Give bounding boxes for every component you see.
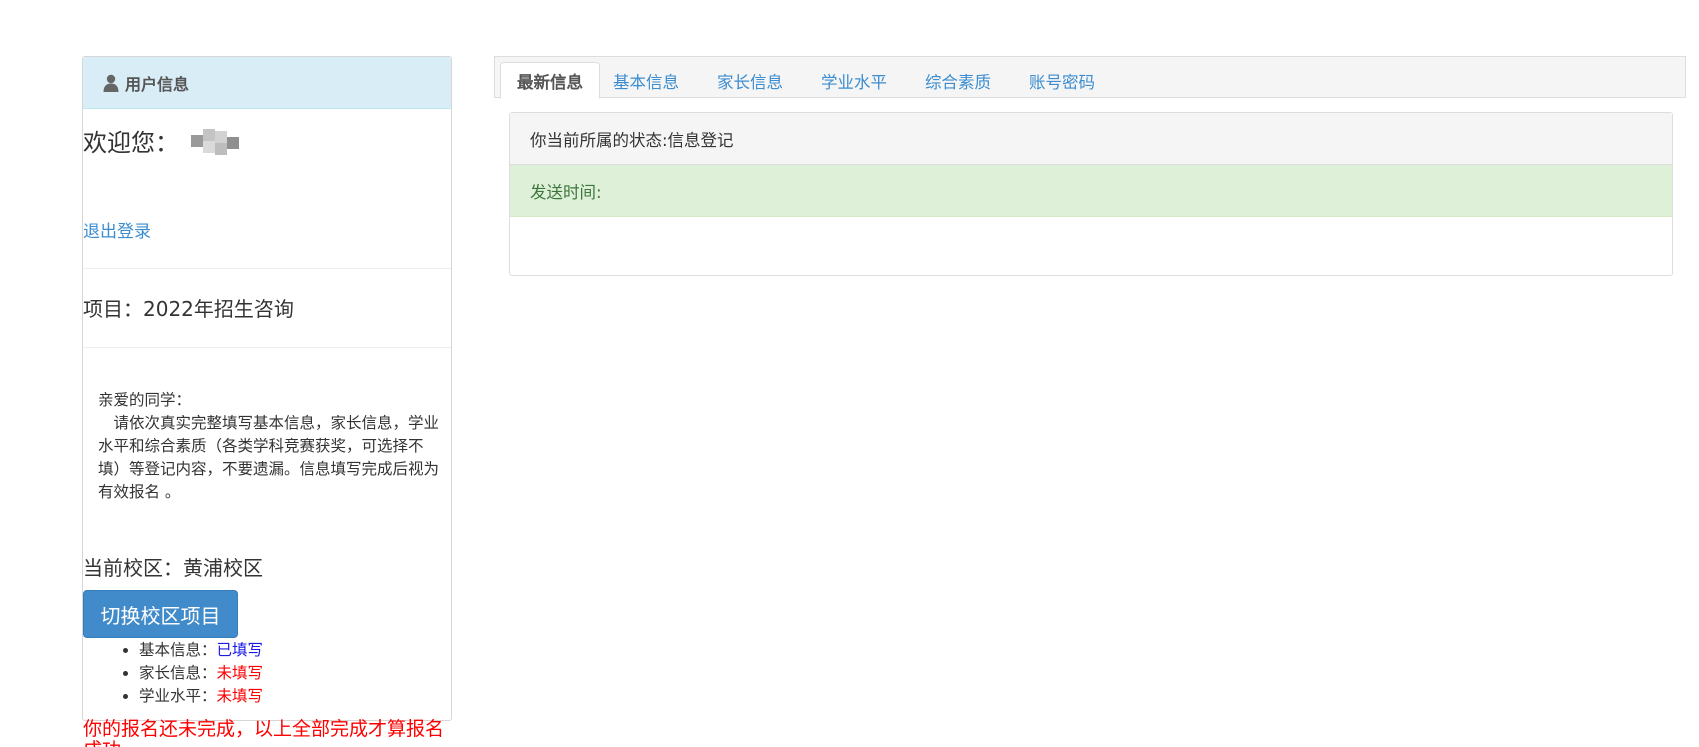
status-value: 未填写 bbox=[216, 687, 264, 705]
divider bbox=[83, 268, 451, 269]
status-item-basic: 基本信息：已填写 bbox=[139, 639, 263, 662]
logout-link[interactable]: 退出登录 bbox=[83, 217, 151, 242]
notice-body: 请依次真实完整填写基本信息，家长信息，学业水平和综合素质（各类学科竞赛获奖，可选… bbox=[98, 414, 440, 501]
panel-heading: 用户信息 bbox=[83, 57, 451, 109]
status-label: 基本信息： bbox=[139, 641, 217, 659]
project-text: 项目：2022年招生咨询 bbox=[83, 297, 294, 321]
current-state: 你当前所属的状态:信息登记 bbox=[510, 113, 1672, 165]
status-label: 学业水平： bbox=[139, 687, 217, 705]
status-item-parent: 家长信息：未填写 bbox=[139, 662, 263, 685]
tab-parent-info[interactable]: 家长信息 bbox=[701, 62, 799, 99]
username-blurred bbox=[191, 127, 239, 155]
status-value: 未填写 bbox=[216, 664, 264, 682]
notice-text: 亲爱的同学： 请依次真实完整填写基本信息，家长信息，学业水平和综合素质（各类学科… bbox=[98, 389, 443, 504]
panel-title: 用户信息 bbox=[125, 74, 190, 94]
latest-info-panel: 你当前所属的状态:信息登记 发送时间: bbox=[509, 112, 1673, 276]
user-icon bbox=[103, 74, 119, 92]
welcome-line: 欢迎您： bbox=[83, 123, 239, 158]
welcome-label: 欢迎您： bbox=[83, 129, 179, 157]
message-body bbox=[510, 217, 1672, 275]
tab-bar: 最新信息 基本信息 家长信息 学业水平 综合素质 账号密码 bbox=[494, 56, 1686, 99]
send-time: 发送时间: bbox=[510, 165, 1672, 217]
tab-basic-info[interactable]: 基本信息 bbox=[597, 62, 695, 99]
incomplete-warning: 你的报名还未完成，以上全部完成才算报名成功 bbox=[83, 718, 445, 747]
current-campus: 当前校区：黄浦校区 bbox=[83, 556, 263, 580]
status-label: 家长信息： bbox=[139, 664, 217, 682]
tab-latest[interactable]: 最新信息 bbox=[500, 62, 600, 99]
status-list: 基本信息：已填写 家长信息：未填写 学业水平：未填写 bbox=[139, 639, 263, 708]
divider bbox=[83, 347, 451, 348]
status-value: 已填写 bbox=[216, 641, 264, 659]
notice-greeting: 亲爱的同学： bbox=[98, 391, 192, 409]
tab-account-password[interactable]: 账号密码 bbox=[1013, 62, 1111, 99]
tab-academic-level[interactable]: 学业水平 bbox=[805, 62, 903, 99]
switch-campus-button[interactable]: 切换校区项目 bbox=[83, 590, 238, 638]
status-item-academic: 学业水平：未填写 bbox=[139, 685, 263, 708]
tab-overall-quality[interactable]: 综合素质 bbox=[909, 62, 1007, 99]
user-info-panel: 用户信息 欢迎您： 退出登录 项目：2022年招生咨询 亲爱的同学： 请依次真实… bbox=[82, 56, 452, 747]
